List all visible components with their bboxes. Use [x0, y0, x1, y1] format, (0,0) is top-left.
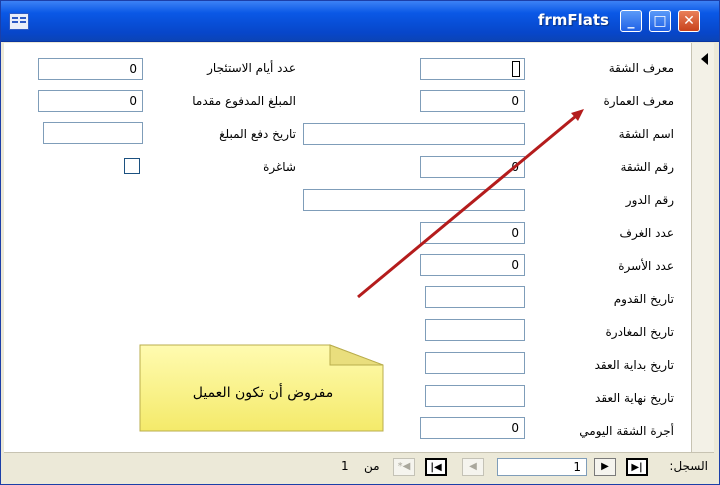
- current-record-input[interactable]: 1: [497, 458, 587, 476]
- next-record-icon[interactable]: ◀: [462, 458, 484, 476]
- window-title: frmFlats: [537, 11, 609, 29]
- of-label: من: [364, 459, 380, 473]
- record-navigation: السجل: ▶| ▶ 1 ◀ |◀ *◀ من 1: [4, 452, 714, 481]
- form-body: معرف الشقة معرف العمارة اسم الشقة رقم ال…: [4, 43, 714, 481]
- maximize-button[interactable]: □: [649, 10, 671, 32]
- form-window: frmFlats _ □ ✕ معرف الشقة معرف العمارة ا…: [0, 0, 720, 485]
- new-record-icon[interactable]: *◀: [393, 458, 415, 476]
- first-record-icon[interactable]: ▶|: [626, 458, 648, 476]
- red-arrow-icon: [357, 109, 584, 299]
- title-bar[interactable]: frmFlats _ □ ✕: [1, 1, 719, 42]
- close-button[interactable]: ✕: [678, 10, 700, 32]
- minimize-button[interactable]: _: [620, 10, 642, 32]
- prev-record-icon[interactable]: ▶: [594, 458, 616, 476]
- total-records: 1: [341, 459, 349, 473]
- record-label: السجل:: [669, 459, 708, 473]
- last-record-icon[interactable]: |◀: [425, 458, 447, 476]
- form-icon[interactable]: [9, 13, 29, 30]
